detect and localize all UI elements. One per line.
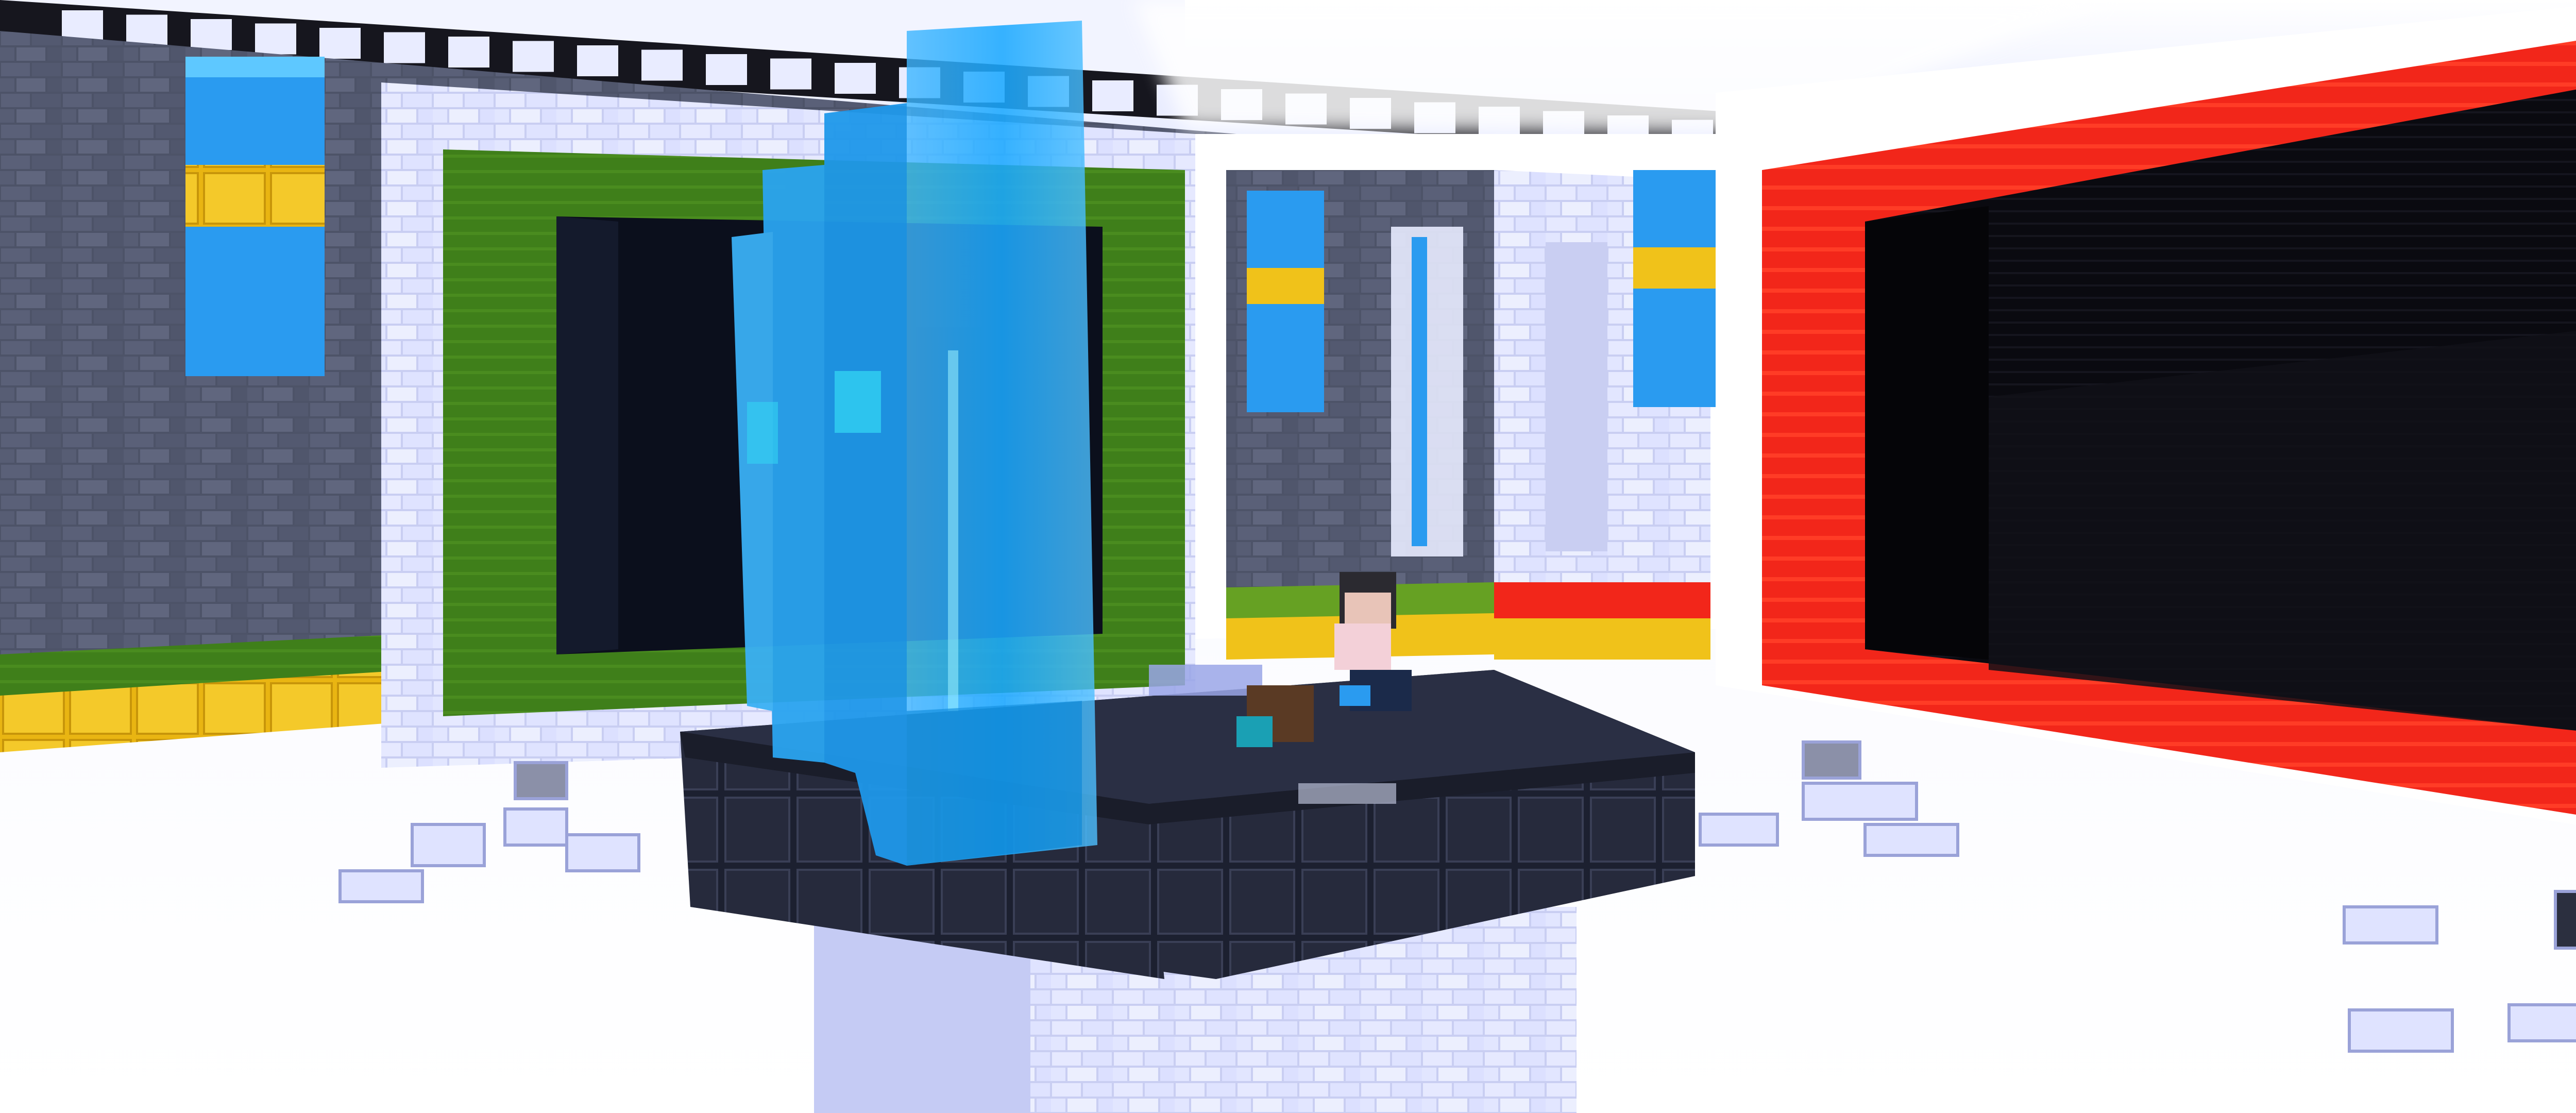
game-viewport <box>0 0 2576 1113</box>
far-walls <box>1195 134 1731 660</box>
game-world-render <box>0 0 2576 1113</box>
